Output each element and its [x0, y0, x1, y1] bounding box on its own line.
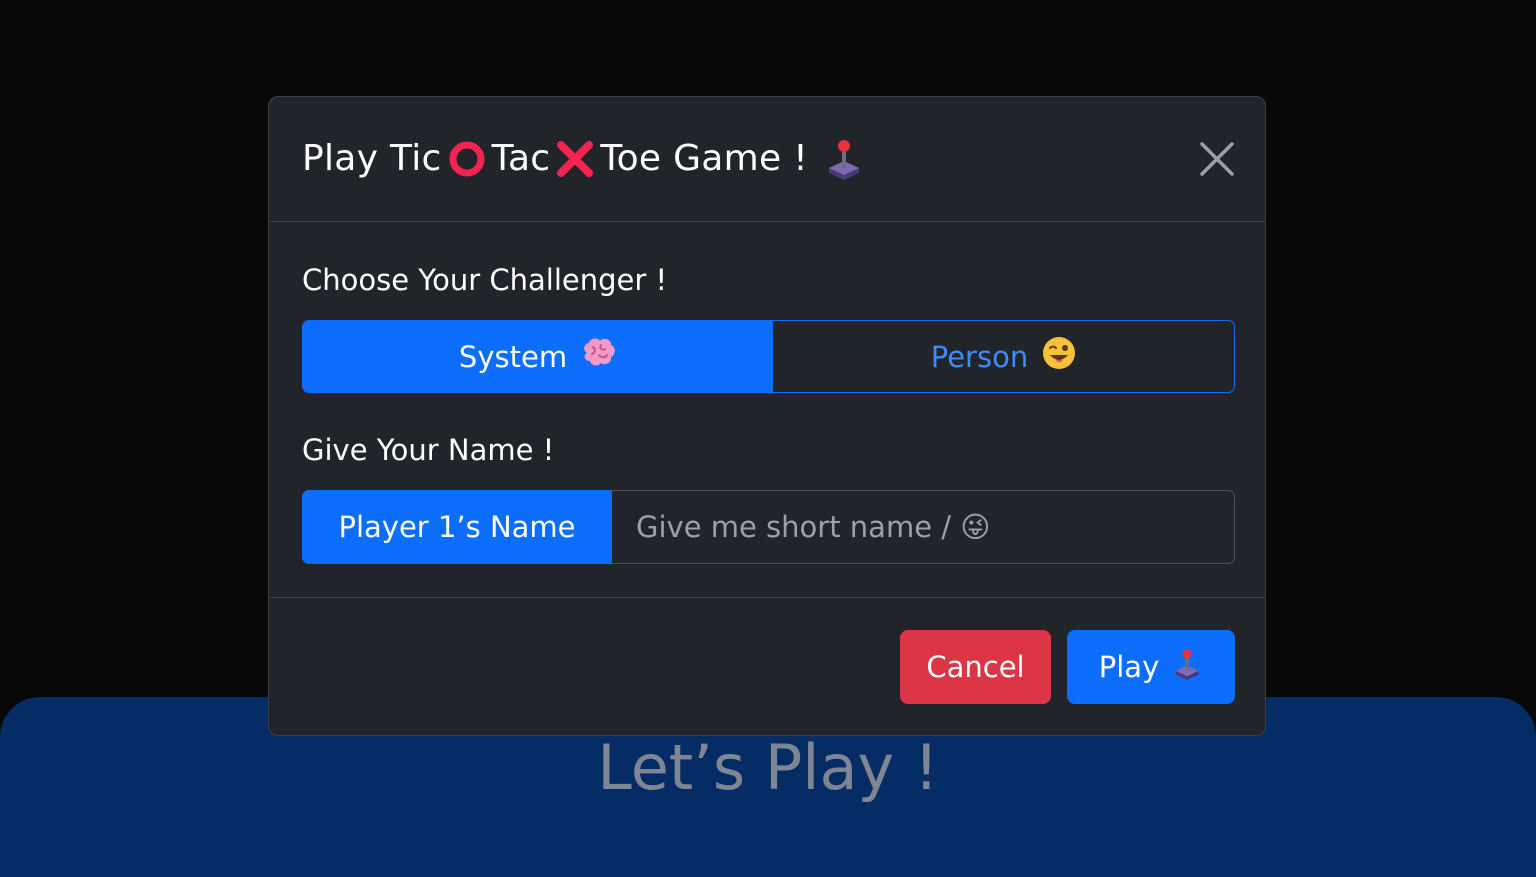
close-icon	[1200, 142, 1234, 176]
player-name-input-group: Player 1’s Name	[302, 490, 1235, 564]
modal-title: Play Tic Tac Toe Game !	[302, 133, 869, 185]
play-label: Play	[1098, 650, 1160, 684]
challenger-option-person[interactable]: Person	[773, 321, 1234, 392]
cancel-label: Cancel	[926, 650, 1025, 684]
player-name-prefix: Player 1’s Name	[302, 490, 612, 564]
play-game-modal: Play Tic Tac Toe Game ! Choose Your Chal…	[268, 96, 1266, 736]
challenger-toggle-group: System Person	[302, 320, 1235, 393]
circle-o-icon	[445, 137, 489, 181]
name-label: Give Your Name !	[302, 433, 555, 467]
title-text-toe-game: Toe Game !	[600, 138, 808, 179]
person-label: Person	[930, 339, 1029, 374]
winking-face-icon	[1042, 336, 1076, 377]
challenger-label: Choose Your Challenger !	[302, 263, 668, 297]
background-title: Let’s Play !	[597, 731, 939, 804]
joystick-icon	[1171, 648, 1203, 687]
system-label: System	[458, 339, 568, 374]
challenger-option-system[interactable]: System	[303, 321, 773, 392]
play-button[interactable]: Play	[1067, 630, 1235, 704]
brain-icon	[581, 337, 617, 376]
joystick-icon	[822, 137, 866, 181]
title-text-tac: Tac	[491, 138, 551, 179]
modal-footer: Cancel Play	[269, 597, 1265, 737]
close-button[interactable]	[1199, 141, 1235, 177]
cancel-button[interactable]: Cancel	[900, 630, 1051, 704]
cross-x-icon	[553, 137, 597, 181]
title-text-play-tic: Play Tic	[302, 138, 442, 179]
modal-header: Play Tic Tac Toe Game !	[269, 97, 1265, 222]
player-name-input[interactable]	[612, 490, 1235, 564]
